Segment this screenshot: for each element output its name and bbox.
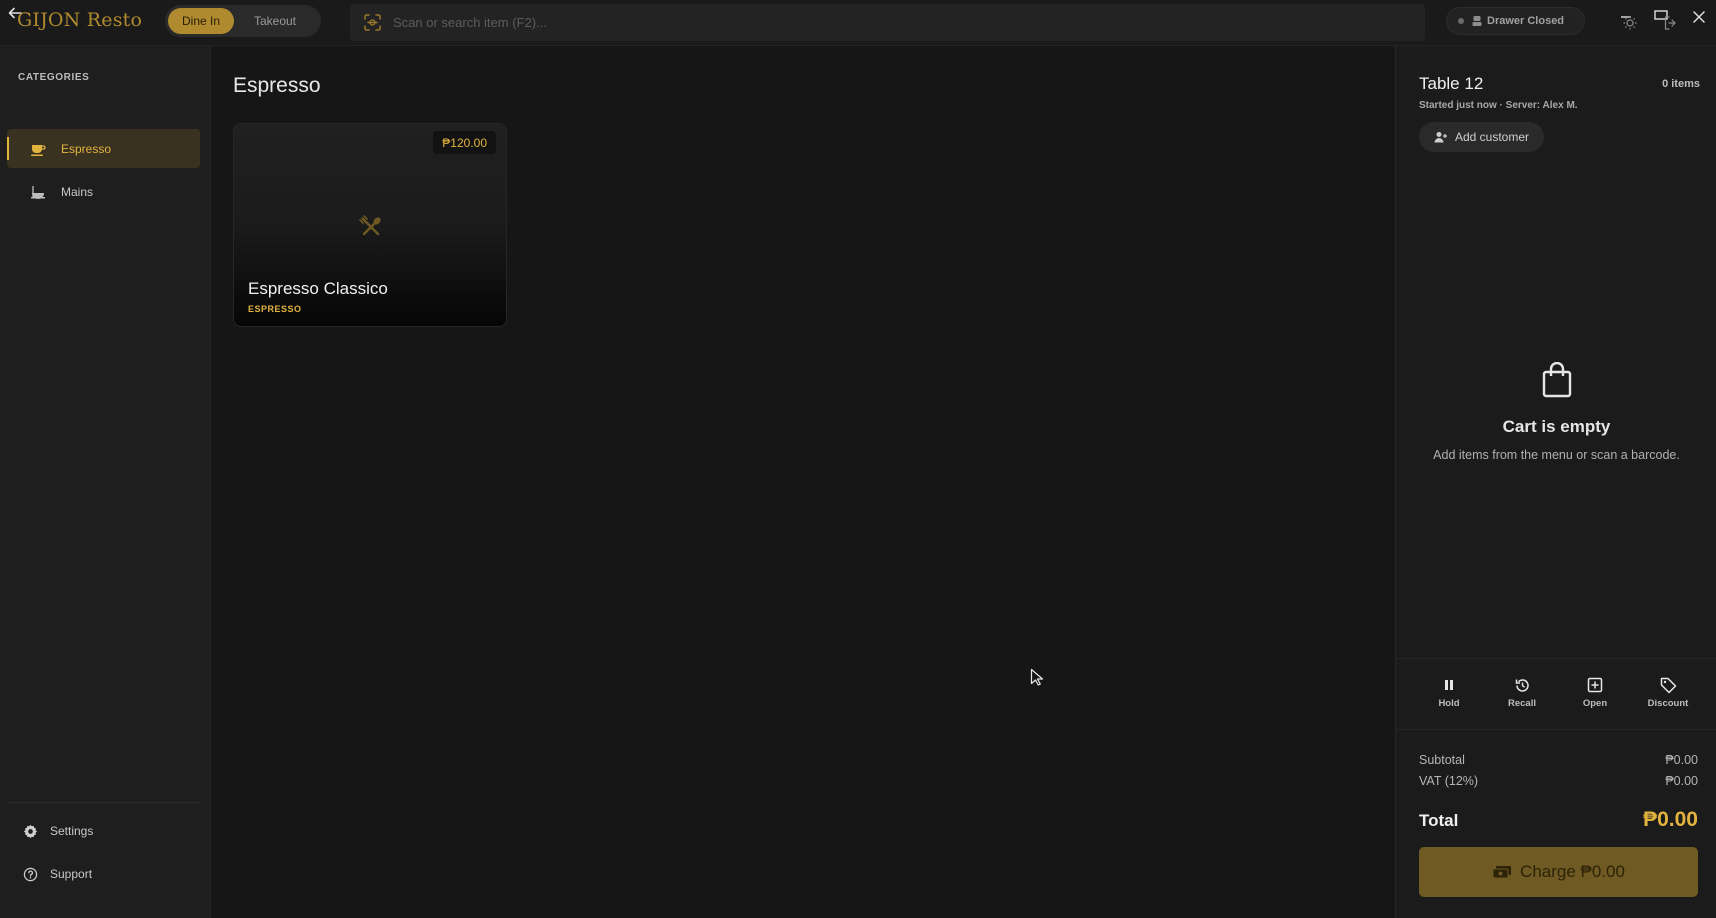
divider: [1396, 729, 1716, 730]
empty-cart-subtitle: Add items from the menu or scan a barcod…: [1433, 448, 1680, 462]
discount-button[interactable]: Discount: [1638, 676, 1698, 716]
open-label: Open: [1582, 698, 1608, 709]
empty-cart-title: Cart is empty: [1502, 417, 1611, 436]
sidebar: CATEGORIES Espresso Mains Settings Suppo…: [0, 46, 211, 918]
hold-button[interactable]: Hold: [1419, 676, 1479, 716]
drawer-status-badge[interactable]: Drawer Closed: [1446, 7, 1585, 35]
logout-icon[interactable]: [1658, 10, 1684, 36]
history-icon: [1513, 676, 1531, 694]
sidebar-item-mains[interactable]: Mains: [7, 172, 200, 211]
price-badge: ₱120.00: [433, 131, 496, 154]
top-bar: GIJON Resto Dine In Takeout Drawer Close…: [0, 0, 1716, 46]
coffee-cup-icon: [29, 140, 47, 158]
divider: [1396, 658, 1716, 659]
order-panel: Table 12 0 items Started just now · Serv…: [1395, 46, 1716, 918]
recall-label: Recall: [1508, 698, 1536, 709]
utensils-icon: [358, 214, 384, 240]
search-input[interactable]: [393, 15, 1293, 30]
product-category: ESPRESSO: [248, 304, 302, 314]
close-icon[interactable]: [1686, 4, 1712, 30]
subtotal-row: Subtotal ₱0.00: [1419, 753, 1698, 767]
shopping-bag-icon: [1541, 361, 1573, 398]
takeout-button[interactable]: Takeout: [234, 8, 316, 34]
subtotal-value: ₱0.00: [1665, 753, 1698, 767]
product-name: Espresso Classico: [248, 279, 388, 298]
vat-label: VAT (12%): [1419, 774, 1479, 788]
cash-drawer-icon: [1472, 15, 1482, 27]
add-customer-button[interactable]: Add customer: [1419, 122, 1544, 152]
settings-link[interactable]: Settings: [22, 823, 93, 839]
item-count: 0 items: [1662, 78, 1700, 90]
scan-icon[interactable]: [364, 14, 381, 31]
dine-in-button[interactable]: Dine In: [168, 8, 234, 34]
pause-icon: [1440, 676, 1458, 694]
table-name: Table 12: [1419, 74, 1484, 93]
dish-icon: [29, 183, 47, 201]
categories-heading: CATEGORIES: [18, 72, 90, 83]
support-link[interactable]: Support: [22, 866, 92, 882]
gear-icon: [22, 823, 38, 839]
sidebar-item-label: Espresso: [61, 141, 112, 156]
charge-label: Charge ₱0.00: [1520, 862, 1625, 881]
order-mode-toggle: Dine In Takeout: [165, 5, 321, 37]
vat-value: ₱0.00: [1665, 774, 1698, 788]
order-meta: Started just now · Server: Alex M.: [1419, 100, 1578, 111]
status-dot: [1458, 18, 1464, 24]
settings-label: Settings: [50, 824, 94, 838]
sidebar-divider: [8, 802, 200, 803]
add-customer-label: Add customer: [1454, 130, 1530, 144]
help-circle-icon: [22, 866, 38, 882]
product-card[interactable]: ₱120.00 Espresso Classico ESPRESSO: [233, 123, 507, 327]
support-label: Support: [50, 867, 93, 881]
recall-button[interactable]: Recall: [1492, 676, 1552, 716]
sidebar-item-label: Mains: [61, 184, 94, 199]
mouse-pointer-icon: [1030, 668, 1046, 686]
add-user-icon: [1434, 130, 1448, 144]
total-row: Total ₱0.00: [1419, 808, 1698, 832]
cash-icon: [1492, 864, 1512, 880]
vat-row: VAT (12%) ₱0.00: [1419, 774, 1698, 788]
hold-label: Hold: [1438, 698, 1460, 709]
sidebar-item-espresso[interactable]: Espresso: [7, 129, 200, 168]
open-button[interactable]: Open: [1565, 676, 1625, 716]
plus-square-icon: [1586, 676, 1604, 694]
total-value: ₱0.00: [1643, 808, 1698, 831]
drawer-status-label: Drawer Closed: [1487, 15, 1565, 27]
charge-button[interactable]: Charge ₱0.00: [1419, 847, 1698, 897]
brand-logo: GIJON Resto: [17, 9, 143, 31]
page-title: Espresso: [233, 74, 321, 97]
tag-icon: [1659, 676, 1677, 694]
theme-sun-icon[interactable]: [1617, 10, 1643, 36]
total-label: Total: [1419, 811, 1459, 830]
search-bar: [350, 4, 1425, 41]
subtotal-label: Subtotal: [1419, 753, 1465, 767]
discount-label: Discount: [1647, 698, 1689, 709]
